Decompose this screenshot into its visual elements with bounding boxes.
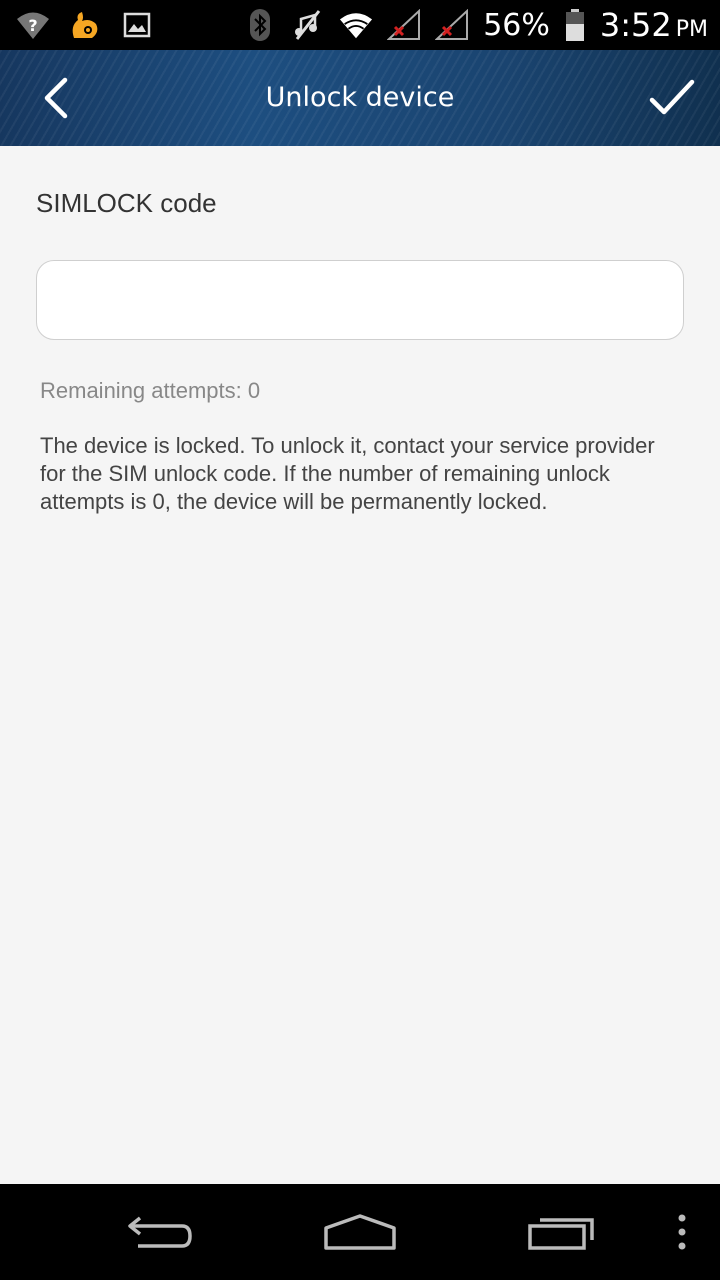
- uc-browser-icon: [68, 8, 102, 42]
- remaining-attempts-text: Remaining attempts: 0: [40, 378, 261, 403]
- battery-percent: 56%: [483, 7, 550, 43]
- nav-home-button[interactable]: [310, 1202, 410, 1262]
- wifi-unknown-icon: ?: [16, 8, 50, 42]
- navigation-bar: [0, 1184, 720, 1280]
- clock: 3:52 PM: [600, 6, 708, 44]
- simlock-code-input[interactable]: [36, 260, 684, 340]
- overflow-menu-icon: [678, 1214, 686, 1250]
- check-icon: [649, 79, 695, 115]
- recent-apps-icon: [528, 1218, 594, 1250]
- nav-back-button[interactable]: [110, 1202, 210, 1262]
- status-bar: ? 56% 3:52 PM: [0, 0, 720, 50]
- clock-ampm: PM: [675, 17, 708, 42]
- wifi-icon: [339, 8, 373, 42]
- nav-recent-apps-button[interactable]: [512, 1202, 612, 1262]
- back-nav-icon: [128, 1216, 192, 1248]
- image-icon: [120, 8, 154, 42]
- signal-no-sim-icon: [387, 8, 421, 42]
- simlock-code-label: SIMLOCK code: [36, 188, 217, 218]
- bluetooth-icon: [243, 8, 277, 42]
- nav-overflow-menu-button[interactable]: [662, 1202, 702, 1262]
- page-title: Unlock device: [265, 82, 455, 113]
- lock-description-text: The device is locked. To unlock it, cont…: [40, 433, 655, 514]
- battery-icon: [564, 8, 586, 42]
- action-bar: Unlock device: [0, 50, 720, 146]
- mute-icon: [291, 8, 325, 42]
- home-nav-icon: [324, 1214, 396, 1250]
- signal-no-sim-icon: [435, 8, 469, 42]
- confirm-button[interactable]: [642, 68, 702, 128]
- clock-time: 3:52: [599, 6, 672, 44]
- svg-text:?: ?: [28, 16, 37, 35]
